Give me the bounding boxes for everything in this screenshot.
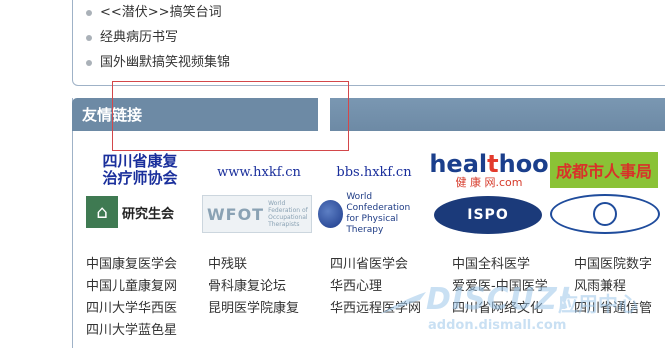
healthoo-subtitle: 健 康 网.com xyxy=(455,175,523,189)
text-link[interactable]: 中国儿童康复网 xyxy=(86,277,177,296)
list-item-label[interactable]: 国外幽默搞笑视频集锦 xyxy=(100,53,230,73)
list-item[interactable]: <<潜伏>>搞笑台词 xyxy=(86,0,230,25)
healthoo-logo[interactable]: healthoo 健 康 网.com xyxy=(429,150,548,190)
text-link[interactable]: 华西远程医学网 xyxy=(330,299,421,318)
graduate-union-logo[interactable]: ⌂ 研究生会 xyxy=(86,195,190,229)
text-link[interactable]: 中国全科医学 xyxy=(452,255,530,274)
text-link[interactable]: 四川省网络文化 xyxy=(452,299,543,318)
text-link[interactable]: 昆明医学院康复 xyxy=(208,299,299,318)
globe-icon xyxy=(318,200,344,228)
wfot-logo[interactable]: WFOT World Federation of Occupational Th… xyxy=(202,195,312,233)
text-link[interactable]: 骨科康复论坛 xyxy=(208,277,286,296)
wfot-wordmark: WFOT xyxy=(207,204,265,224)
logo-text: World Confederation for Physical Therapy xyxy=(346,192,411,235)
text-link[interactable]: 中国医院数字 xyxy=(574,255,652,274)
list-item[interactable]: 国外幽默搞笑视频集锦 xyxy=(86,50,230,75)
text-link[interactable]: 爱爱医-中国医学 xyxy=(452,277,548,296)
text-link[interactable]: 四川省通信管 xyxy=(574,299,652,318)
text-link[interactable]: 华西心理 xyxy=(330,277,382,296)
top-article-list: <<潜伏>>搞笑台词 经典病历书写 国外幽默搞笑视频集锦 xyxy=(86,0,230,75)
wfot-subtitle: World Federation of Occupational Therapi… xyxy=(268,200,308,228)
chengdu-personnel-logo[interactable]: 成都市人事局 xyxy=(550,152,658,188)
list-item-label[interactable]: 经典病历书写 xyxy=(100,28,178,48)
bullet-icon xyxy=(86,9,92,16)
text-link[interactable]: 四川省医学会 xyxy=(330,255,408,274)
annotation-rectangle xyxy=(112,81,349,151)
medical-emblem-logo[interactable] xyxy=(550,194,660,234)
list-item[interactable]: 经典病历书写 xyxy=(86,25,230,50)
text-link[interactable]: 四川大学蓝色星 xyxy=(86,321,177,340)
list-item-label[interactable]: <<潜伏>>搞笑台词 xyxy=(100,3,222,23)
hxkf-logo[interactable]: www.hxkf.cn xyxy=(200,162,318,182)
logo-text: 研究生会 xyxy=(122,206,175,222)
logo-text: 四川省康复 xyxy=(102,152,178,170)
sichuan-rehab-logo[interactable]: 四川省康复 治疗师协会 xyxy=(90,152,190,188)
healthoo-wordmark: healthoo xyxy=(429,149,549,178)
text-link[interactable]: 四川大学华西医 xyxy=(86,299,177,318)
bbs-hxkf-logo[interactable]: bbs.hxkf.cn xyxy=(322,162,426,182)
bullet-icon xyxy=(86,59,92,66)
bullet-icon xyxy=(86,34,92,41)
wcpt-logo[interactable]: World Confederation for Physical Therapy xyxy=(318,192,430,235)
text-link[interactable]: 中残联 xyxy=(208,255,247,274)
logo-text: 治疗师协会 xyxy=(102,169,178,187)
graduate-union-icon: ⌂ xyxy=(86,196,118,228)
ispo-logo[interactable]: ISPO xyxy=(434,196,542,234)
text-link[interactable]: 中国康复医学会 xyxy=(86,255,177,274)
emblem-icon xyxy=(593,202,617,226)
panel-header-bar xyxy=(324,98,665,131)
text-link[interactable]: 风雨兼程 xyxy=(574,277,626,296)
